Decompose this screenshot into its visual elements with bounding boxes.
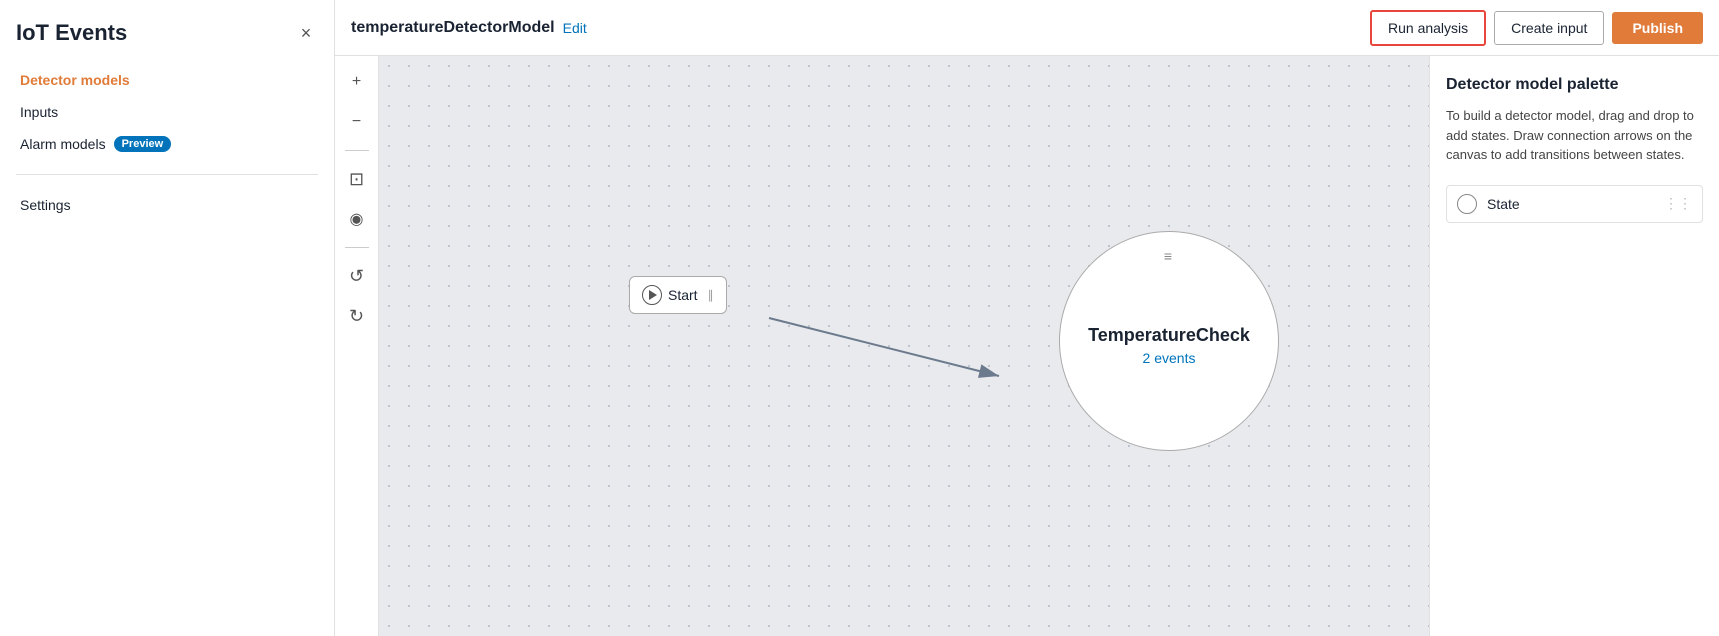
sidebar-header: IoT Events ×: [16, 20, 318, 46]
sidebar-item-alarm-models[interactable]: Alarm models Preview: [16, 130, 318, 158]
toolbar: + − ⊡ ◉ ↺ ↻: [335, 56, 379, 636]
start-node-label: Start: [668, 287, 698, 303]
sidebar-close-button[interactable]: ×: [294, 21, 318, 45]
palette-item-label: State: [1487, 196, 1654, 212]
sidebar-title: IoT Events: [16, 20, 127, 46]
sidebar: IoT Events × Detector models Inputs Alar…: [0, 0, 335, 636]
palette-description: To build a detector model, drag and drop…: [1446, 106, 1703, 165]
create-input-button[interactable]: Create input: [1494, 11, 1604, 45]
redo-button[interactable]: ↻: [341, 300, 373, 332]
zoom-out-button[interactable]: −: [341, 106, 373, 138]
model-name: temperatureDetectorModel: [351, 19, 555, 37]
sidebar-nav: Detector models Inputs Alarm models Prev…: [16, 66, 318, 158]
canvas[interactable]: Start ∥ ≡ TemperatureCheck 2 events: [379, 56, 1429, 636]
palette-panel: Detector model palette To build a detect…: [1429, 56, 1719, 636]
palette-title: Detector model palette: [1446, 76, 1703, 94]
header-bar: temperatureDetectorModel Edit Run analys…: [335, 0, 1719, 56]
fit-view-button[interactable]: ⊡: [341, 163, 373, 195]
publish-button[interactable]: Publish: [1612, 12, 1703, 44]
target-button[interactable]: ◉: [341, 203, 373, 235]
toolbar-divider-1: [345, 150, 369, 151]
content-area: temperatureDetectorModel Edit Run analys…: [335, 0, 1719, 636]
sidebar-item-inputs[interactable]: Inputs: [16, 98, 318, 126]
canvas-palette-row: + − ⊡ ◉ ↺ ↻: [335, 56, 1719, 636]
undo-button[interactable]: ↺: [341, 260, 373, 292]
start-node-handle: ∥: [708, 288, 714, 302]
state-circle-handle: ≡: [1164, 248, 1174, 264]
run-analysis-button[interactable]: Run analysis: [1370, 10, 1486, 46]
preview-badge: Preview: [114, 136, 172, 152]
start-node[interactable]: Start ∥: [629, 276, 727, 314]
main-layout: IoT Events × Detector models Inputs Alar…: [0, 0, 1719, 636]
edit-link[interactable]: Edit: [563, 20, 587, 36]
state-events[interactable]: 2 events: [1143, 350, 1196, 366]
drag-handle-icon: ⋮⋮: [1664, 195, 1692, 212]
play-icon: [642, 285, 662, 305]
state-name: TemperatureCheck: [1088, 325, 1250, 346]
zoom-in-button[interactable]: +: [341, 66, 373, 98]
header-right: Run analysis Create input Publish: [1370, 10, 1703, 46]
sidebar-item-settings[interactable]: Settings: [16, 191, 318, 219]
play-triangle: [649, 290, 657, 300]
sidebar-item-detector-models[interactable]: Detector models: [16, 66, 318, 94]
toolbar-divider-2: [345, 247, 369, 248]
state-node[interactable]: ≡ TemperatureCheck 2 events: [1059, 231, 1279, 451]
palette-item-state[interactable]: State ⋮⋮: [1446, 185, 1703, 223]
header-left: temperatureDetectorModel Edit: [351, 19, 587, 37]
state-palette-icon: [1457, 194, 1477, 214]
sidebar-divider: [16, 174, 318, 175]
